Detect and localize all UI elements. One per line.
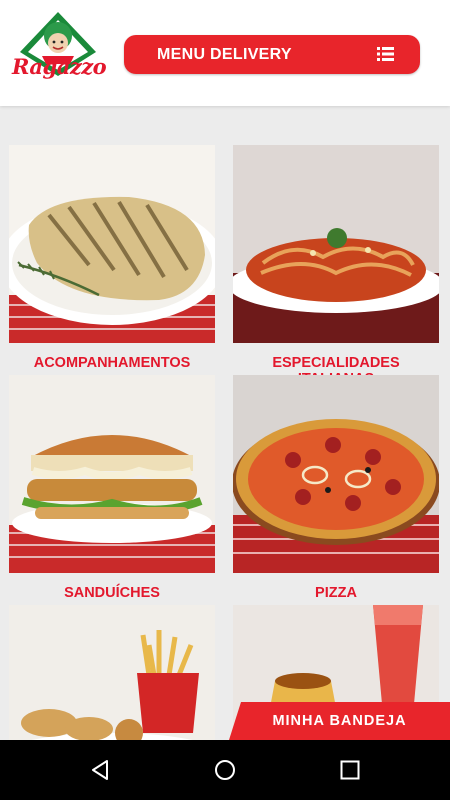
home-icon[interactable] bbox=[213, 758, 237, 782]
grilled-chicken-image bbox=[9, 145, 215, 343]
logo-wordmark: Ragazzo bbox=[12, 54, 107, 79]
back-icon[interactable] bbox=[88, 758, 112, 782]
category-label: ACOMPANHAMENTOS bbox=[33, 355, 191, 371]
sandwich-image bbox=[9, 375, 215, 573]
system-nav-bar bbox=[0, 740, 450, 800]
menu-delivery-label: MENU DELIVERY bbox=[157, 46, 292, 63]
app-header: Ragazzo MENU DELIVERY bbox=[0, 0, 450, 106]
fries-image bbox=[9, 605, 215, 740]
category-grid: ACOMPANHAMENTOS ESPECIALIDADES ITALIANAS bbox=[0, 145, 450, 740]
category-label: SANDUÍCHES bbox=[64, 585, 160, 601]
minha-bandeja-button[interactable]: MINHA BANDEJA bbox=[229, 702, 450, 740]
category-label: PIZZA bbox=[315, 585, 357, 601]
pasta-image bbox=[233, 145, 439, 343]
recents-icon[interactable] bbox=[338, 758, 362, 782]
menu-delivery-button[interactable]: MENU DELIVERY bbox=[124, 35, 420, 74]
list-icon bbox=[377, 47, 394, 61]
pizza-image bbox=[233, 375, 439, 573]
